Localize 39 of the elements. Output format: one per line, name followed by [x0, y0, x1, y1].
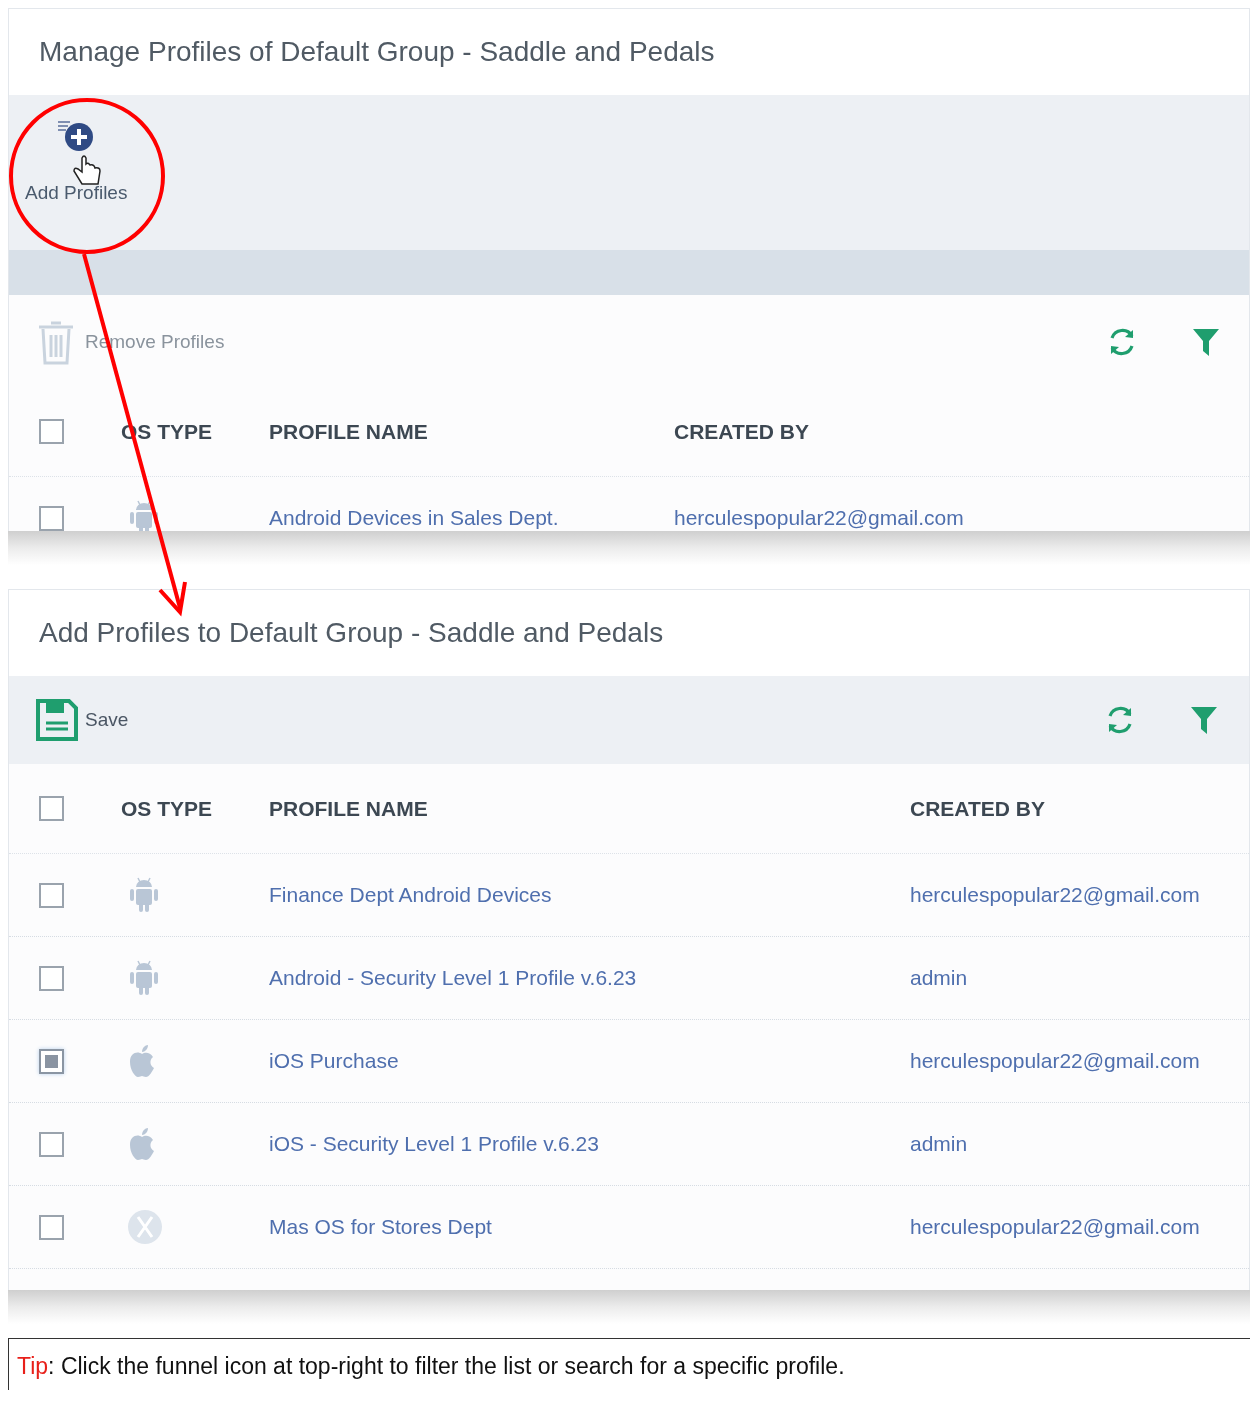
trash-icon [37, 319, 75, 365]
checkbox[interactable] [39, 1131, 64, 1157]
android-icon [127, 958, 161, 998]
created-by-cell: herculespopular22@gmail.com [910, 883, 1200, 907]
checkbox[interactable] [39, 505, 64, 531]
created-by-cell: herculespopular22@gmail.com [910, 1215, 1200, 1239]
hand-cursor-icon [73, 155, 101, 185]
profile-name-link[interactable]: iOS Purchase [269, 1049, 399, 1073]
checkbox[interactable] [39, 1214, 64, 1240]
save-icon [35, 698, 79, 742]
checkbox[interactable] [39, 882, 64, 908]
checkbox[interactable] [39, 796, 64, 821]
created-by-cell: admin [910, 966, 968, 990]
profile-name-link[interactable]: Finance Dept Android Devices [269, 883, 552, 907]
save-button[interactable]: Save [35, 698, 129, 742]
profile-name-link[interactable]: iOS - Security Level 1 Profile v.6.23 [269, 1132, 599, 1156]
created-by-cell: admin [910, 1132, 968, 1156]
column-header: PROFILE NAME [269, 796, 428, 820]
profile-name-link[interactable]: Android Devices in Sales Dept. [269, 506, 559, 530]
created-by-cell: herculespopular22@gmail.com [910, 1049, 1200, 1073]
column-header: CREATED BY [910, 796, 1045, 820]
created-by-cell: herculespopular22@gmail.com [674, 506, 964, 530]
x-circle-icon [127, 1209, 163, 1245]
filter-icon[interactable] [1189, 704, 1219, 736]
checkbox[interactable] [39, 965, 64, 991]
profile-name-link[interactable]: Mas OS for Stores Dept [269, 1215, 492, 1239]
tip-text: Tip: Click the funnel icon at top-right to filter the list or search for a specific profile. [17, 1352, 846, 1381]
apple-icon [127, 1043, 157, 1079]
android-icon [127, 875, 161, 915]
column-header: PROFILE NAME [269, 419, 428, 443]
filter-icon[interactable] [1191, 326, 1221, 358]
panel-title: Add Profiles to Default Group - Saddle and Pedals [39, 616, 664, 650]
column-header: CREATED BY [674, 419, 809, 443]
panel-title: Manage Profiles of Default Group - Saddle and Pedals [39, 35, 715, 69]
profile-name-link[interactable]: Android - Security Level 1 Profile v.6.23 [269, 966, 637, 990]
column-header: OS TYPE [121, 796, 213, 820]
checkbox[interactable] [39, 419, 64, 444]
apple-icon [127, 1126, 157, 1162]
checkbox[interactable] [39, 1048, 64, 1074]
